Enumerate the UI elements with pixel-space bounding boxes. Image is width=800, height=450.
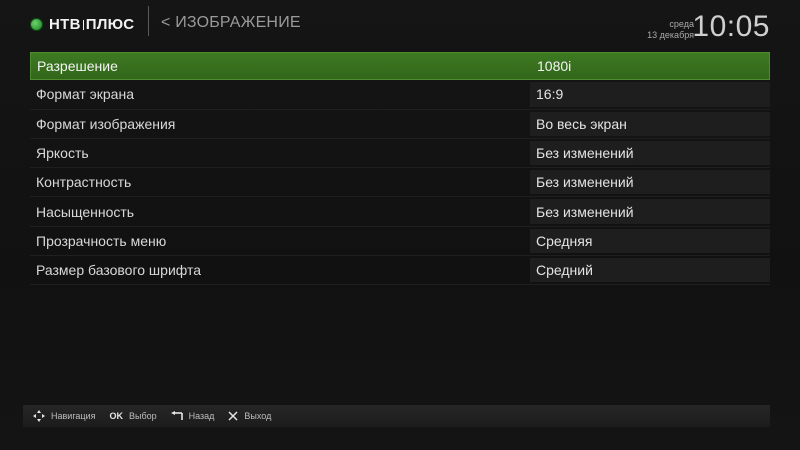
setting-value: Без изменений <box>530 199 770 224</box>
setting-row-resolution[interactable]: Разрешение 1080i <box>30 52 770 81</box>
clock-day: среда <box>669 19 694 29</box>
setting-value: Средняя <box>530 228 770 254</box>
ntv-plus-logo: НТВ ПЛЮС <box>30 13 134 35</box>
setting-row-font-size[interactable]: Размер базового шрифта Средний <box>30 256 770 286</box>
hint-exit: Выход <box>228 411 271 421</box>
setting-label: Прозрачность меню <box>36 232 167 249</box>
setting-label: Формат экрана <box>36 86 134 103</box>
return-arrow-icon <box>170 411 183 421</box>
setting-value: 1080i <box>537 58 572 75</box>
header-divider <box>148 6 149 36</box>
setting-value: Без изменений <box>530 170 770 195</box>
settings-list: Разрешение 1080i Формат экрана 16:9 Форм… <box>30 52 770 286</box>
clock-time: 10:05 <box>692 10 770 43</box>
ok-icon: OK <box>109 411 123 421</box>
setting-value: Во весь экран <box>530 111 770 136</box>
setting-label: Формат изображения <box>36 115 176 132</box>
setting-value: 16:9 <box>530 82 770 107</box>
setting-row-menu-transparency[interactable]: Прозрачность меню Средняя <box>30 227 770 257</box>
setting-value: Средний <box>530 258 770 283</box>
tv-settings-screen: НТВ ПЛЮС < ИЗОБРАЖЕНИЕ среда 13 декабря 1… <box>0 0 800 450</box>
setting-row-brightness[interactable]: Яркость Без изменений <box>30 139 770 169</box>
hint-label: Навигация <box>51 411 96 421</box>
logo-globe-icon <box>30 17 43 31</box>
clock-date-text: 13 декабря <box>647 30 694 40</box>
setting-row-screen-format[interactable]: Формат экрана 16:9 <box>30 80 770 110</box>
clock-date: среда 13 декабря <box>647 19 694 41</box>
setting-value: Без изменений <box>530 140 770 166</box>
setting-row-picture-format[interactable]: Формат изображения Во весь экран <box>30 110 770 139</box>
hint-back: Назад <box>170 411 215 421</box>
logo-text-left: НТВ <box>49 15 81 33</box>
hint-label: Выбор <box>128 411 157 421</box>
setting-label: Яркость <box>36 145 89 162</box>
setting-row-saturation[interactable]: Насыщенность Без изменений <box>30 197 770 227</box>
setting-label: Разрешение <box>37 58 118 75</box>
hint-label: Выход <box>244 411 272 421</box>
footer-hints: Навигация OK Выбор Назад Выход <box>23 405 770 427</box>
close-icon <box>228 411 238 421</box>
setting-label: Насыщенность <box>36 203 135 220</box>
setting-label: Контрастность <box>36 174 132 191</box>
dpad-icon <box>33 410 45 422</box>
header: НТВ ПЛЮС < ИЗОБРАЖЕНИЕ среда 13 декабря 1… <box>0 0 800 48</box>
setting-row-contrast[interactable]: Контрастность Без изменений <box>30 168 770 198</box>
logo-text-right: ПЛЮС <box>85 15 135 33</box>
breadcrumb-back[interactable]: < ИЗОБРАЖЕНИЕ <box>161 14 301 32</box>
setting-label: Размер базового шрифта <box>36 262 202 279</box>
hint-navigation: Навигация <box>33 410 95 422</box>
hint-select: OK Выбор <box>109 411 156 421</box>
hint-label: Назад <box>188 411 215 421</box>
